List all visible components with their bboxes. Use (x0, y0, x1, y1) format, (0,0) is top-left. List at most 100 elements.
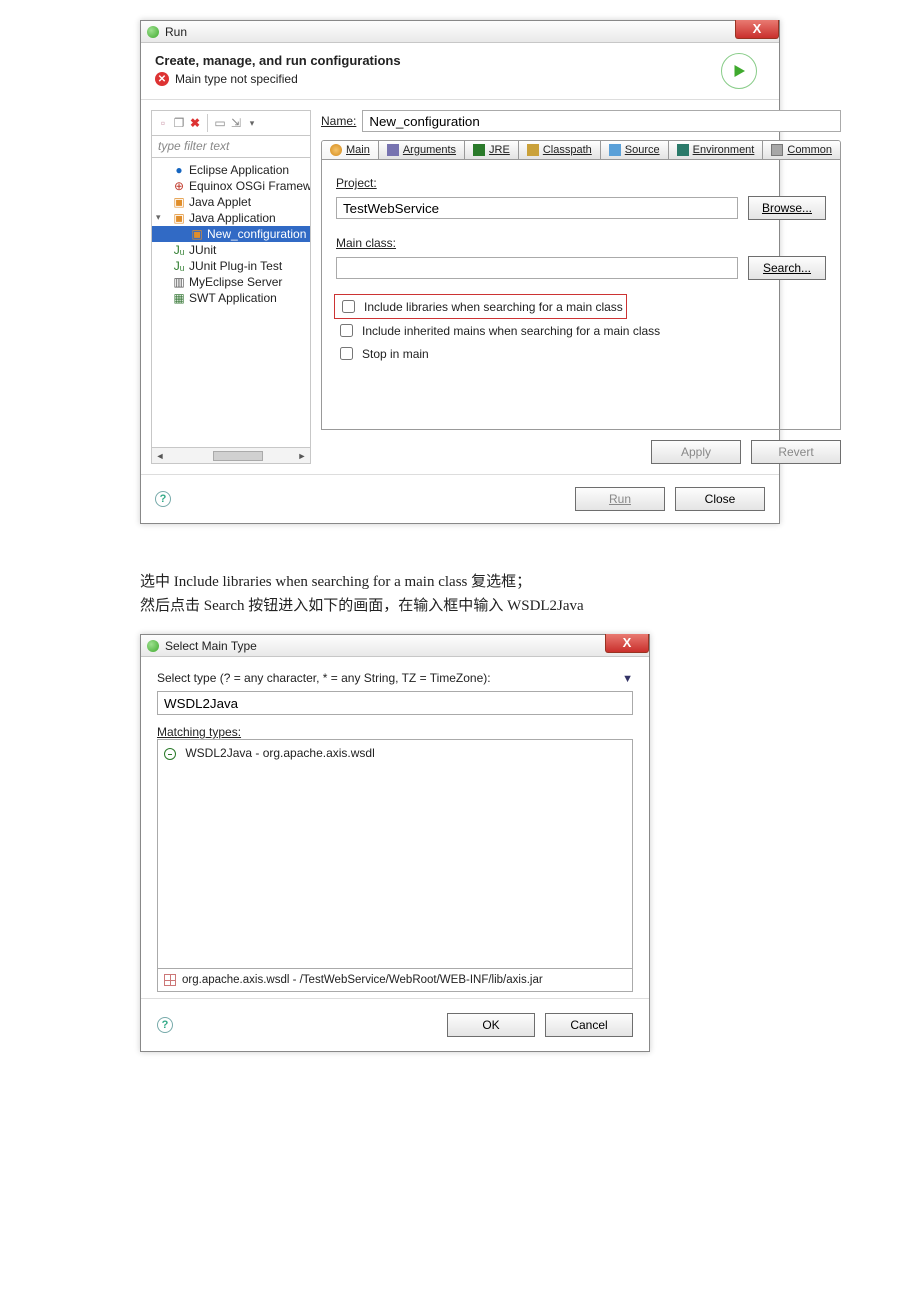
twisty-icon[interactable]: ▾ (156, 212, 161, 223)
delete-icon[interactable]: ✖ (188, 116, 202, 130)
package-icon (164, 974, 176, 986)
scroll-right-icon[interactable]: ► (294, 449, 310, 463)
duplicate-icon[interactable] (172, 116, 186, 130)
node-icon: Jᵤ (172, 243, 186, 257)
tab-icon (677, 144, 689, 156)
tree-node[interactable]: ▾▣Java Application (152, 210, 310, 226)
filter-input[interactable]: type filter text (151, 136, 311, 158)
toolbar-separator (207, 114, 208, 132)
node-label: Java Applet (189, 195, 251, 209)
tab-source[interactable]: Source (601, 141, 669, 159)
node-label: New_configuration (207, 227, 306, 241)
instruction-text: 选中 Include libraries when searching for … (140, 570, 780, 618)
tab-label: Source (625, 144, 660, 156)
stop-in-main-label: Stop in main (362, 347, 429, 361)
tab-classpath[interactable]: Classpath (519, 141, 601, 159)
close-icon[interactable]: X (735, 20, 779, 39)
smt-footer: ? OK Cancel (141, 998, 649, 1051)
tab-jre[interactable]: JRE (465, 141, 519, 159)
include-libs-checkbox-row[interactable]: Include libraries when searching for a m… (336, 296, 625, 317)
node-label: JUnit (189, 243, 216, 257)
help-icon[interactable]: ? (155, 491, 171, 507)
include-inherited-checkbox[interactable] (340, 324, 353, 337)
tab-icon (771, 144, 783, 156)
node-icon: ● (172, 163, 186, 177)
ok-button[interactable]: OK (447, 1013, 535, 1037)
tree-node[interactable]: ▣New_configuration (152, 226, 310, 242)
run-big-icon (721, 53, 757, 89)
node-icon: ▣ (190, 227, 204, 241)
tab-icon (527, 144, 539, 156)
stop-in-main-checkbox-row[interactable]: Stop in main (336, 344, 826, 363)
expand-icon[interactable] (229, 116, 243, 130)
tree-node[interactable]: JᵤJUnit Plug-in Test (152, 258, 310, 274)
tree-node[interactable]: ▣Java Applet (152, 194, 310, 210)
matching-label: Matching types: (157, 725, 633, 739)
node-label: MyEclipse Server (189, 275, 282, 289)
include-libs-label: Include libraries when searching for a m… (364, 300, 623, 314)
browse-button[interactable]: Browse... (748, 196, 826, 220)
smt-title-icon (147, 640, 159, 652)
tree-hscrollbar[interactable]: ◄ ► (151, 448, 311, 464)
node-label: SWT Application (189, 291, 277, 305)
mainclass-input[interactable] (336, 257, 738, 279)
apply-button[interactable]: Apply (651, 440, 741, 464)
select-main-type-dialog: Select Main Type X ▼ Select type (? = an… (140, 634, 650, 1052)
cancel-button[interactable]: Cancel (545, 1013, 633, 1037)
main-tab-panel: Project: Browse... Main class: Search...… (321, 160, 841, 430)
close-icon[interactable]: X (605, 634, 649, 653)
stop-in-main-checkbox[interactable] (340, 347, 353, 360)
config-editor: Name: Main Arguments JRE Classpath Source Env… (321, 110, 841, 464)
name-label: Name: (321, 114, 356, 128)
node-icon: Jᵤ (172, 259, 186, 273)
project-label: Project: (336, 176, 826, 190)
tree-node[interactable]: ⊕Equinox OSGi Framew (152, 178, 310, 194)
smt-status-text: org.apache.axis.wsdl - /TestWebService/W… (182, 974, 543, 986)
tab-label: Classpath (543, 144, 592, 156)
node-label: Eclipse Application (189, 163, 289, 177)
smt-status: org.apache.axis.wsdl - /TestWebService/W… (157, 969, 633, 992)
search-button[interactable]: Search... (748, 256, 826, 280)
tree-node[interactable]: ●Eclipse Application (152, 162, 310, 178)
toolbar-menu-icon[interactable] (245, 116, 259, 130)
tab-common[interactable]: Common (763, 141, 840, 159)
matching-list[interactable]: WSDL2Java - org.apache.axis.wsdl (157, 739, 633, 969)
class-icon (164, 748, 176, 760)
dropdown-icon[interactable]: ▼ (622, 673, 633, 685)
tree-node[interactable]: ▦SWT Application (152, 290, 310, 306)
smt-type-input[interactable] (157, 691, 633, 715)
revert-button[interactable]: Revert (751, 440, 841, 464)
tab-main[interactable]: Main (322, 141, 379, 159)
smt-titlebar[interactable]: Select Main Type X (141, 635, 649, 657)
scroll-left-icon[interactable]: ◄ (152, 449, 168, 463)
tab-icon (609, 144, 621, 156)
name-input[interactable] (362, 110, 841, 132)
tree-node[interactable]: ▥MyEclipse Server (152, 274, 310, 290)
config-tree[interactable]: ●Eclipse Application⊕Equinox OSGi Framew… (151, 158, 311, 448)
run-title-icon (147, 26, 159, 38)
tab-label: Arguments (403, 144, 456, 156)
tab-label: Main (346, 144, 370, 156)
close-button[interactable]: Close (675, 487, 765, 511)
new-config-icon[interactable] (156, 116, 170, 130)
include-inherited-label: Include inherited mains when searching f… (362, 324, 660, 338)
run-dialog: Run X Create, manage, and run configurat… (140, 20, 780, 524)
include-libs-checkbox[interactable] (342, 300, 355, 313)
smt-prompt: Select type (? = any character, * = any … (157, 671, 633, 685)
tree-node[interactable]: JᵤJUnit (152, 242, 310, 258)
tab-icon (330, 144, 342, 156)
run-button[interactable]: Run (575, 487, 665, 511)
project-input[interactable] (336, 197, 738, 219)
tab-environment[interactable]: Environment (669, 141, 764, 159)
run-header: Create, manage, and run configurations ✕… (141, 43, 779, 100)
list-item-label: WSDL2Java - org.apache.axis.wsdl (185, 746, 374, 760)
help-icon[interactable]: ? (157, 1017, 173, 1033)
run-titlebar[interactable]: Run X (141, 21, 779, 43)
list-item[interactable]: WSDL2Java - org.apache.axis.wsdl (164, 744, 626, 762)
scroll-thumb[interactable] (213, 451, 263, 461)
error-text: Main type not specified (175, 72, 298, 86)
include-inherited-checkbox-row[interactable]: Include inherited mains when searching f… (336, 321, 826, 340)
node-label: Java Application (189, 211, 276, 225)
tab-arguments[interactable]: Arguments (379, 141, 465, 159)
collapse-icon[interactable] (213, 116, 227, 130)
